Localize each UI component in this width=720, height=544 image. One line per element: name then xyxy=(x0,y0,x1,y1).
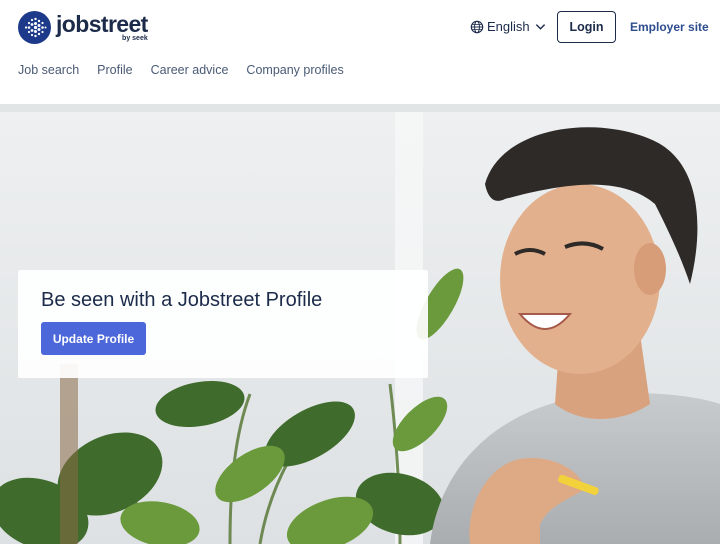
jobstreet-logo[interactable]: jobstreet by seek xyxy=(18,11,148,44)
main-nav: Job search Profile Career advice Company… xyxy=(18,63,362,77)
nav-item-job-search[interactable]: Job search xyxy=(18,63,79,77)
logo-wordmark: jobstreet xyxy=(56,11,148,37)
hero-banner: Be seen with a Jobstreet Profile Update … xyxy=(0,104,720,544)
login-button[interactable]: Login xyxy=(557,11,616,43)
chevron-down-icon xyxy=(535,24,545,30)
nav-item-company-profiles[interactable]: Company profiles xyxy=(246,63,343,77)
update-profile-button[interactable]: Update Profile xyxy=(41,322,146,355)
globe-icon xyxy=(470,20,484,33)
site-header: jobstreet by seek English Login Employer… xyxy=(0,0,720,104)
language-label: English xyxy=(487,19,530,34)
nav-item-profile[interactable]: Profile xyxy=(97,63,132,77)
promo-title: Be seen with a Jobstreet Profile xyxy=(41,289,323,311)
logo-dots-icon xyxy=(18,11,51,44)
language-selector[interactable]: English xyxy=(470,19,546,34)
profile-promo-card: Be seen with a Jobstreet Profile Update … xyxy=(18,270,428,378)
employer-site-link[interactable]: Employer site xyxy=(630,20,709,34)
nav-item-career-advice[interactable]: Career advice xyxy=(151,63,229,77)
